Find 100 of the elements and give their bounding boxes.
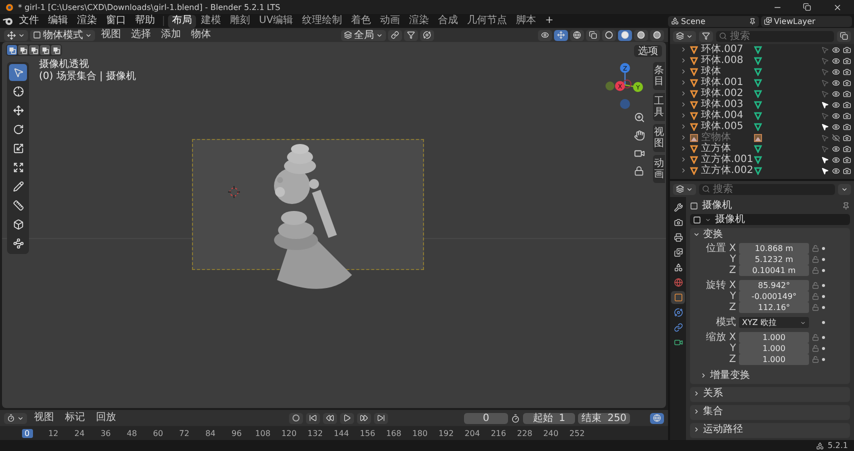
display-mode-button[interactable] <box>673 30 696 42</box>
jump-end-button[interactable] <box>374 412 388 424</box>
panel-header[interactable]: 关系 <box>690 387 850 400</box>
pivot-button[interactable] <box>388 30 402 40</box>
play-button[interactable] <box>340 412 354 424</box>
number-field[interactable]: 5.1232 m <box>739 254 809 265</box>
workspace-tab[interactable]: 纹理绘制 <box>298 14 346 28</box>
menu-item[interactable]: 文件 <box>15 14 43 28</box>
workspace-tab[interactable]: 布局 <box>168 14 196 28</box>
select-tool-button[interactable] <box>9 64 27 81</box>
keyframe-dot[interactable] <box>822 336 825 339</box>
editor-type-button[interactable] <box>4 412 27 424</box>
overlay-button[interactable] <box>570 30 584 40</box>
shading-mode-button[interactable] <box>634 30 648 40</box>
outliner-item[interactable]: 球体.002 <box>701 88 751 99</box>
keyframe-dot[interactable] <box>822 321 825 324</box>
menu-item[interactable]: 渲染 <box>73 14 101 28</box>
menu-item[interactable]: 标记 <box>61 412 89 424</box>
gizmo-button[interactable] <box>554 30 568 40</box>
outliner-item[interactable]: 环体.007 <box>701 44 751 55</box>
menu-item[interactable]: 编辑 <box>44 14 72 28</box>
workspace-tab[interactable]: 脚本 <box>512 14 540 28</box>
sidebar-tab[interactable]: 视图 <box>653 124 665 152</box>
outliner-item[interactable]: 球体.005 <box>701 121 751 132</box>
selection-mode-button[interactable] <box>7 45 17 55</box>
outliner-item[interactable]: 球体.004 <box>701 110 751 121</box>
current-frame-field[interactable]: 0 <box>464 412 508 424</box>
number-field[interactable]: 1.000 <box>739 343 809 354</box>
menu-item[interactable]: 回放 <box>92 412 120 424</box>
shading-mode-button[interactable] <box>618 30 632 40</box>
keyframe-dot[interactable] <box>822 269 825 272</box>
sidebar-tab[interactable]: 工具 <box>653 93 665 121</box>
scene-selector[interactable]: Scene <box>668 16 759 26</box>
workspace-tab[interactable]: 动画 <box>376 14 404 28</box>
menu-item[interactable]: 选择 <box>127 28 155 42</box>
selection-mode-button[interactable] <box>29 45 39 55</box>
workspace-tab[interactable]: 合成 <box>434 14 462 28</box>
search-field[interactable]: 搜索 <box>716 30 834 42</box>
end-frame-field[interactable]: 结束 250 <box>578 412 630 424</box>
xray-button[interactable] <box>586 30 600 40</box>
number-field[interactable]: 1.000 <box>739 354 809 365</box>
outliner-item[interactable]: 立方体.002 <box>701 165 751 176</box>
search-field[interactable]: 搜索 <box>699 184 835 194</box>
mode-dropdown[interactable]: 物体模式 <box>30 30 95 40</box>
keyframe-dot[interactable] <box>822 295 825 298</box>
properties-tab[interactable] <box>671 291 685 304</box>
sidebar-tab[interactable]: 动画 <box>653 155 665 183</box>
outliner-item[interactable]: 立方体 <box>701 143 751 154</box>
new-collection-button[interactable] <box>837 30 851 42</box>
panel-header[interactable]: 变换 <box>690 228 850 241</box>
outliner-item[interactable]: 立方体.001 <box>701 154 751 165</box>
selection-mode-button[interactable] <box>18 45 28 55</box>
menu-item[interactable]: 物体 <box>187 28 215 42</box>
keyframe-dot[interactable] <box>822 284 825 287</box>
workspace-tab[interactable]: UV编辑 <box>255 14 298 28</box>
filter-button[interactable] <box>699 30 713 42</box>
next-key-button[interactable] <box>357 412 371 424</box>
panel-header[interactable]: 集合 <box>690 405 850 418</box>
keyframe-dot[interactable] <box>822 347 825 350</box>
workspace-tab[interactable]: 雕刻 <box>226 14 254 28</box>
editor-type-button[interactable] <box>673 184 696 194</box>
outliner-item[interactable]: 球体.003 <box>701 99 751 110</box>
previous-key-button[interactable] <box>323 412 337 424</box>
menu-item[interactable]: 视图 <box>30 412 58 424</box>
start-frame-field[interactable]: 起始 1 <box>523 412 575 424</box>
options-dropdown[interactable]: 选项 <box>634 45 662 57</box>
workspace-tab[interactable]: 着色 <box>347 14 376 28</box>
name-field[interactable]: 摄像机 <box>690 214 850 225</box>
keying-button[interactable] <box>650 412 664 424</box>
auto-key-button[interactable] <box>289 412 303 424</box>
menu-item[interactable]: 添加 <box>157 28 185 42</box>
shading-mode-button[interactable] <box>602 30 616 40</box>
keyframe-dot[interactable] <box>822 306 825 309</box>
panel-header[interactable]: 运动路径 <box>690 423 850 436</box>
keyframe-dot[interactable] <box>822 358 825 361</box>
selection-mode-button[interactable] <box>51 45 61 55</box>
workspace-tab[interactable]: 渲染 <box>405 14 434 28</box>
mode-dropdown[interactable]: XYZ 欧拉 <box>739 317 809 328</box>
add-workspace-button[interactable]: + <box>541 14 558 28</box>
selection-mode-button[interactable] <box>40 45 50 55</box>
sidebar-tab[interactable]: 条目 <box>653 62 665 90</box>
keyframe-dot[interactable] <box>822 247 825 250</box>
number-field[interactable]: -0.000149° <box>739 291 809 302</box>
number-field[interactable]: 85.942° <box>739 280 809 291</box>
menu-item[interactable]: 窗口 <box>102 14 130 28</box>
proportional-button[interactable] <box>420 30 434 40</box>
jump-start-button[interactable] <box>306 412 320 424</box>
outliner-item[interactable]: 环体.008 <box>701 55 751 66</box>
editor-type-button[interactable] <box>4 30 28 40</box>
workspace-tab[interactable]: 建模 <box>197 14 225 28</box>
view-layer-selector[interactable]: ViewLayer <box>761 16 852 26</box>
orientation-dropdown[interactable]: 全局 <box>341 30 386 40</box>
keyframe-dot[interactable] <box>822 258 825 261</box>
number-field[interactable]: 112.16° <box>739 302 809 313</box>
number-field[interactable]: 1.000 <box>739 332 809 343</box>
number-field[interactable]: 0.10041 m <box>739 265 809 276</box>
workspace-tab[interactable]: 几何节点 <box>463 14 512 28</box>
menu-item[interactable]: 视图 <box>97 28 125 42</box>
shading-mode-button[interactable] <box>650 30 664 40</box>
number-field[interactable]: 10.868 m <box>739 243 809 254</box>
